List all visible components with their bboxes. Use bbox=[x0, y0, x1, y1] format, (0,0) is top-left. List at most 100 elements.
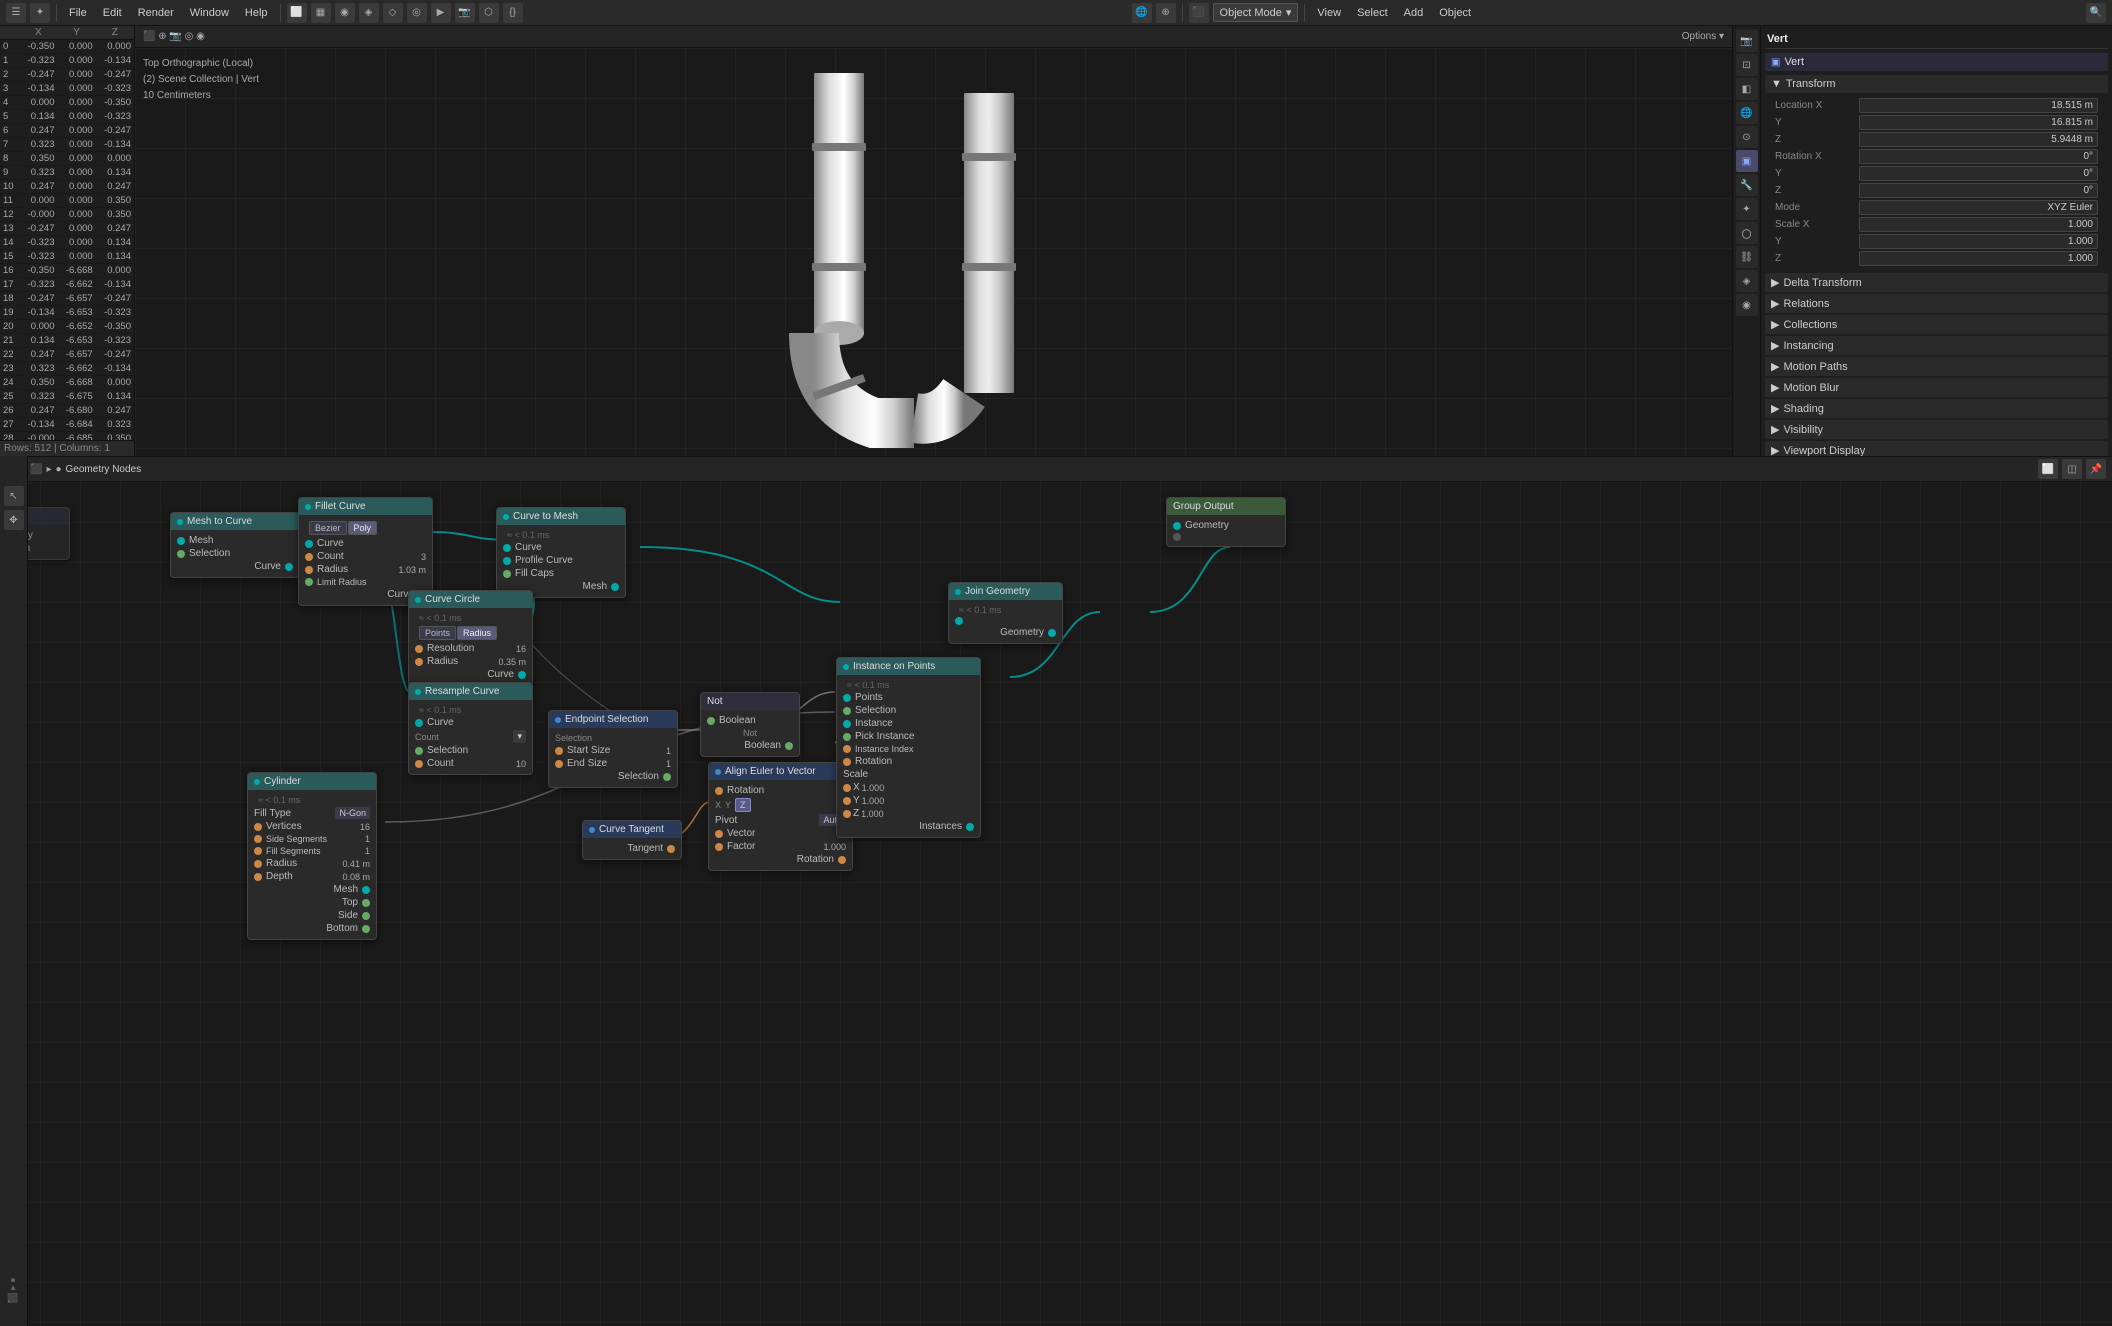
render-menu[interactable]: Render bbox=[132, 7, 180, 19]
3d-viewport[interactable]: Top Orthographic (Local) (2) Scene Colle… bbox=[135, 48, 1732, 478]
align-euler-node[interactable]: Align Euler to Vector Rotation X Y Z Piv… bbox=[708, 762, 853, 871]
rendering-icon[interactable]: 📷 bbox=[455, 3, 475, 23]
location-x-value[interactable]: 18.515 m bbox=[1859, 98, 2098, 113]
modifier-props-icon[interactable]: 🔧 bbox=[1736, 174, 1758, 196]
aetv-factor-socket bbox=[715, 843, 723, 851]
compositing-icon[interactable]: ⬡ bbox=[479, 3, 499, 23]
node-pin-icon[interactable]: 📌 bbox=[2086, 459, 2106, 479]
resample-curve-node[interactable]: Resample Curve ≈ < 0.1 ms Curve Count ▾ … bbox=[408, 682, 533, 775]
cyl-sideseg-socket bbox=[254, 835, 262, 843]
scale-y-value[interactable]: 1.000 bbox=[1859, 234, 2098, 249]
object-menu[interactable]: Object bbox=[1433, 7, 1477, 19]
row-col-3: 0.134 bbox=[96, 250, 134, 264]
shading-icon[interactable]: ◎ bbox=[407, 3, 427, 23]
aetv-z-btn[interactable]: Z bbox=[735, 798, 751, 812]
curve-circle-node[interactable]: Curve Circle ≈ < 0.1 ms Points Radius Re… bbox=[408, 590, 533, 686]
not-in-socket bbox=[707, 717, 715, 725]
row-col-2: -6.668 bbox=[57, 376, 95, 390]
curve-tangent-node[interactable]: Curve Tangent Tangent bbox=[582, 820, 682, 860]
fillet-poly-tab[interactable]: Poly bbox=[348, 521, 378, 535]
constraints-icon[interactable]: ⛓ bbox=[1736, 246, 1758, 268]
object-props-icon[interactable]: ▣ bbox=[1736, 150, 1758, 172]
instance-on-points-node[interactable]: Instance on Points ≈ < 0.1 ms Points Sel… bbox=[836, 657, 981, 838]
location-y-value[interactable]: 16.815 m bbox=[1859, 115, 2098, 130]
row-col-3: -0.134 bbox=[96, 278, 134, 292]
scale-x-value[interactable]: 1.000 bbox=[1859, 217, 2098, 232]
location-z-value[interactable]: 5.9448 m bbox=[1859, 132, 2098, 147]
cyl-depth-socket bbox=[254, 873, 262, 881]
animation-icon[interactable]: ▶ bbox=[431, 3, 451, 23]
scripting-icon[interactable]: {} bbox=[503, 3, 523, 23]
view-menu[interactable]: View bbox=[1311, 7, 1347, 19]
curve-to-mesh-node[interactable]: Curve to Mesh ≈ < 0.1 ms Curve Profile C… bbox=[496, 507, 626, 598]
rotation-x-value[interactable]: 0° bbox=[1859, 149, 2098, 164]
fillet-bezier-tab[interactable]: Bezier bbox=[309, 521, 347, 535]
add-menu[interactable]: Add bbox=[1398, 7, 1430, 19]
row-col-3: -0.247 bbox=[96, 68, 134, 82]
prop-section-header[interactable]: ▶ Motion Blur bbox=[1765, 378, 2108, 397]
prop-section-header[interactable]: ▶ Viewport Display bbox=[1765, 441, 2108, 456]
rc-count-row: Count 10 bbox=[415, 757, 526, 770]
search-icon[interactable]: 🔍 bbox=[2086, 3, 2106, 23]
output-props-icon[interactable]: ⊡ bbox=[1736, 54, 1758, 76]
node-maximize-icon[interactable]: ⬜ bbox=[2038, 459, 2058, 479]
edit-menu[interactable]: Edit bbox=[97, 7, 128, 19]
modeling-icon[interactable]: ▦ bbox=[311, 3, 331, 23]
file-menu[interactable]: File bbox=[63, 7, 93, 19]
data-props-icon[interactable]: ◈ bbox=[1736, 270, 1758, 292]
prop-section-header[interactable]: ▶ Collections bbox=[1765, 315, 2108, 334]
cc-points-tab[interactable]: Points bbox=[419, 626, 456, 640]
row-col-2: 0.000 bbox=[57, 180, 95, 194]
cyl-side-out: Side bbox=[254, 909, 370, 922]
scene-icon[interactable]: 🌐 bbox=[1132, 3, 1152, 23]
table-footer: Rows: 512 | Columns: 1 bbox=[0, 440, 134, 456]
uv-icon[interactable]: ◈ bbox=[359, 3, 379, 23]
jg-timing: ≈ < 0.1 ms bbox=[955, 604, 1056, 616]
table-row: 12-0.0000.0000.350 bbox=[0, 208, 134, 222]
material-props-icon[interactable]: ◉ bbox=[1736, 294, 1758, 316]
node-editor-canvas[interactable]: Mesh to Curve Mesh Selection Curve bbox=[0, 482, 2112, 1326]
object-mode-dropdown[interactable]: Object Mode ▾ bbox=[1213, 3, 1299, 22]
row-col-2: 0.000 bbox=[57, 110, 95, 124]
node-select-icon[interactable]: ↖ bbox=[4, 486, 24, 506]
sculpting-icon[interactable]: ◉ bbox=[335, 3, 355, 23]
node-overlay-icon[interactable]: ◫ bbox=[2062, 459, 2082, 479]
window-menu[interactable]: Window bbox=[184, 7, 235, 19]
prop-section-header[interactable]: ▶ Instancing bbox=[1765, 336, 2108, 355]
texture-icon[interactable]: ◇ bbox=[383, 3, 403, 23]
world-props-icon[interactable]: ⊙ bbox=[1736, 126, 1758, 148]
rotation-z-value[interactable]: 0° bbox=[1859, 183, 2098, 198]
render-props-icon[interactable]: 📷 bbox=[1736, 30, 1758, 52]
physics-icon[interactable]: 〇 bbox=[1736, 222, 1758, 244]
prop-section-header[interactable]: ▶ Delta Transform bbox=[1765, 273, 2108, 292]
vertex-table: X Y Z 0-0.3500.0000.0001-0.3230.000-0.13… bbox=[0, 26, 134, 446]
world-icon[interactable]: ⊕ bbox=[1156, 3, 1176, 23]
scene-props-icon[interactable]: 🌐 bbox=[1736, 102, 1758, 124]
menu-icon[interactable]: ☰ bbox=[6, 3, 26, 23]
cylinder-node[interactable]: Cylinder ≈ < 0.1 ms Fill Type N-Gon Vert… bbox=[247, 772, 377, 940]
group-output-node[interactable]: Group Output Geometry bbox=[1166, 497, 1286, 547]
node-move-icon[interactable]: ✥ bbox=[4, 510, 24, 530]
help-menu[interactable]: Help bbox=[239, 7, 274, 19]
prop-section-header[interactable]: ▶ Visibility bbox=[1765, 420, 2108, 439]
not-node[interactable]: Not Boolean Not Boolean bbox=[700, 692, 800, 757]
prop-section-header[interactable]: ▶ Motion Paths bbox=[1765, 357, 2108, 376]
view-layer-icon[interactable]: ◧ bbox=[1736, 78, 1758, 100]
join-geometry-node[interactable]: Join Geometry ≈ < 0.1 ms Geometry bbox=[948, 582, 1063, 644]
cc-radius-tab[interactable]: Radius bbox=[457, 626, 497, 640]
prop-section-header[interactable]: ▶ Relations bbox=[1765, 294, 2108, 313]
scale-z-value[interactable]: 1.000 bbox=[1859, 251, 2098, 266]
row-col-3: 0.000 bbox=[96, 152, 134, 166]
prop-section-header[interactable]: ▶ Shading bbox=[1765, 399, 2108, 418]
select-menu[interactable]: Select bbox=[1351, 7, 1394, 19]
rotation-y-value[interactable]: 0° bbox=[1859, 166, 2098, 181]
mesh-to-curve-node[interactable]: Mesh to Curve Mesh Selection Curve bbox=[170, 512, 300, 578]
iop-points-row: Points bbox=[843, 691, 974, 704]
transform-header[interactable]: ▼ Transform bbox=[1765, 75, 2108, 93]
particles-icon[interactable]: ✦ bbox=[1736, 198, 1758, 220]
row-index: 9 bbox=[0, 166, 19, 180]
viewport-options[interactable]: Options ▾ bbox=[1682, 31, 1724, 42]
endpoint-selection-node[interactable]: Endpoint Selection Selection Start Size … bbox=[548, 710, 678, 788]
mode-value[interactable]: XYZ Euler bbox=[1859, 200, 2098, 215]
layout-icon[interactable]: ⬜ bbox=[287, 3, 307, 23]
